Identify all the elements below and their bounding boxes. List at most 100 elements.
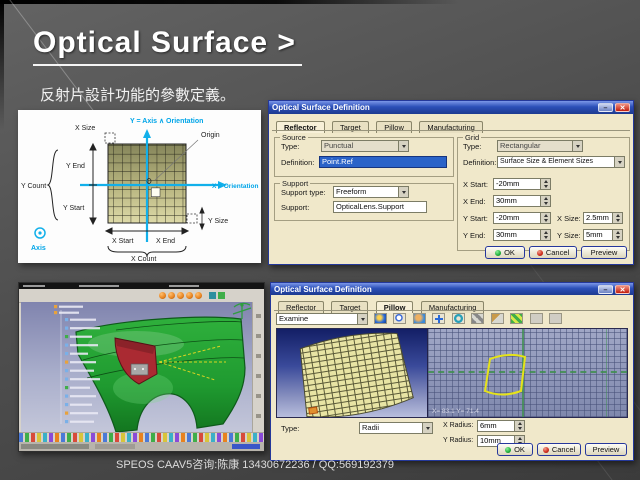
y-start-spinner[interactable]: -20mm xyxy=(493,212,551,224)
normal-view-icon[interactable] xyxy=(471,313,484,324)
pan-icon[interactable] xyxy=(432,313,445,324)
cancel-button[interactable]: Cancel xyxy=(529,246,577,259)
spin-buttons-icon[interactable] xyxy=(541,195,551,207)
minimize-icon[interactable]: – xyxy=(598,103,613,112)
ok-dot-icon xyxy=(495,250,501,256)
compass-icon[interactable] xyxy=(233,303,251,319)
chevron-down-icon[interactable] xyxy=(357,314,367,324)
x-start-spinner[interactable]: -20mm xyxy=(493,178,551,190)
multi-view-icon[interactable] xyxy=(510,313,523,324)
catia-3d-viewport[interactable] xyxy=(21,302,253,433)
y-end-label: Y End xyxy=(66,163,85,170)
view-mode-combo[interactable]: Examine xyxy=(276,313,368,325)
cancel-button[interactable]: Cancel xyxy=(537,443,581,456)
x-start-value[interactable]: -20mm xyxy=(493,178,541,190)
y-size-cell xyxy=(187,214,197,223)
spin-buttons-icon[interactable] xyxy=(541,178,551,190)
ok-button[interactable]: OK xyxy=(485,246,525,259)
pillow-graph-panel[interactable]: X= 83.1 Y= 71.4 xyxy=(427,329,627,417)
y-start-value[interactable]: -20mm xyxy=(493,212,541,224)
x-start-label: X Start xyxy=(112,238,133,245)
chevron-down-icon[interactable] xyxy=(422,423,432,433)
minimize-icon[interactable]: – xyxy=(598,285,613,294)
support-label: Support: xyxy=(281,203,309,212)
orbit-icon[interactable] xyxy=(452,313,465,324)
x-radius-spinner[interactable]: 6mm xyxy=(477,420,525,432)
x-size-spinner[interactable]: 2.5mm xyxy=(583,212,623,224)
x-end-spinner[interactable]: 30mm xyxy=(493,195,551,207)
preview-button[interactable]: Preview xyxy=(581,246,627,259)
support-field[interactable]: OpticalLens.Support xyxy=(333,201,427,213)
y-size-value[interactable]: 5mm xyxy=(583,229,613,241)
catia-tool-icon[interactable] xyxy=(168,292,175,299)
tab-reflector[interactable]: Reflector xyxy=(278,301,324,313)
tab-target[interactable]: Target xyxy=(331,301,368,313)
x-radius-value[interactable]: 6mm xyxy=(477,420,515,432)
spin-buttons-icon[interactable] xyxy=(613,212,623,224)
chevron-down-icon[interactable] xyxy=(614,157,624,167)
preview-button[interactable]: Preview xyxy=(585,443,627,456)
axis-label: Axis xyxy=(31,245,46,252)
chevron-down-icon[interactable] xyxy=(572,141,582,151)
look-at-icon[interactable] xyxy=(491,313,504,324)
spin-buttons-icon[interactable] xyxy=(541,229,551,241)
pillow-type-combo[interactable]: Radii xyxy=(359,422,433,434)
zoom-icon[interactable] xyxy=(393,313,406,324)
dialog1-titlebar[interactable]: Optical Surface Definition – ✕ xyxy=(269,101,633,114)
source-type-combo[interactable]: Punctual xyxy=(321,140,409,152)
y-count-label: Y Count xyxy=(21,183,46,190)
catia-tool-icon[interactable] xyxy=(186,292,193,299)
pillow-preview-viewport[interactable]: X= 83.1 Y= 71.4 xyxy=(276,328,628,418)
chevron-down-icon[interactable] xyxy=(398,141,408,151)
catia-tool-icon[interactable] xyxy=(177,292,184,299)
spin-buttons-icon[interactable] xyxy=(515,420,525,432)
support-type-combo[interactable]: Freeform xyxy=(333,186,409,198)
catia-tool-icon[interactable] xyxy=(195,292,202,299)
car-quarter-panel[interactable] xyxy=(76,317,245,432)
contact-footer: SPEOS CAAV5咨询:陈康 13430672236 / QQ:569192… xyxy=(40,456,470,472)
grid-definition-combo[interactable]: Surface Size & Element Sizes xyxy=(497,156,625,168)
catia-tool-icon[interactable] xyxy=(218,292,225,299)
source-type-value: Punctual xyxy=(324,141,353,150)
ok-button[interactable]: OK xyxy=(497,443,533,456)
tab-reflector[interactable]: Reflector xyxy=(276,121,325,133)
tab-strip-divider xyxy=(274,310,630,311)
ok-dot-icon xyxy=(505,447,511,453)
y-start-label: Y Start: xyxy=(463,214,488,223)
chevron-down-icon[interactable] xyxy=(398,187,408,197)
source-definition-field[interactable]: Point.Ref xyxy=(319,156,447,168)
dialog2-titlebar[interactable]: Optical Surface Definition – ✕ xyxy=(271,283,633,295)
close-icon[interactable]: ✕ xyxy=(615,285,630,294)
grid-type-combo[interactable]: Rectangular xyxy=(497,140,583,152)
close-icon[interactable]: ✕ xyxy=(615,103,630,112)
y-size-arrow xyxy=(200,208,204,229)
catia-toolbar[interactable] xyxy=(19,289,264,303)
catia-window xyxy=(18,282,265,452)
tab-pillow[interactable]: Pillow xyxy=(376,121,412,133)
source-group-label: Source xyxy=(280,133,308,142)
pillow-3d-panel[interactable] xyxy=(277,329,427,417)
tab-target[interactable]: Target xyxy=(332,121,369,133)
catia-tool-icon[interactable] xyxy=(209,292,216,299)
fit-all-icon[interactable] xyxy=(374,313,387,324)
x-size-label: X Size: xyxy=(557,214,581,223)
x-end-label: X End: xyxy=(463,197,486,206)
y-end-spinner[interactable]: 30mm xyxy=(493,229,551,241)
preview-label: Preview xyxy=(593,445,620,454)
spin-buttons-icon[interactable] xyxy=(613,229,623,241)
catia-tool-icon[interactable] xyxy=(159,292,166,299)
catia-right-toolbar[interactable] xyxy=(252,302,264,433)
rotate-view-icon[interactable] xyxy=(413,313,426,324)
x-size-value[interactable]: 2.5mm xyxy=(583,212,613,224)
tab-pillow[interactable]: Pillow xyxy=(376,301,414,313)
y-end-value[interactable]: 30mm xyxy=(493,229,541,241)
tab-manufacturing[interactable]: Manufacturing xyxy=(421,301,485,313)
source-type-label: Type: xyxy=(281,142,299,151)
spin-buttons-icon[interactable] xyxy=(541,212,551,224)
grid-type-label: Type: xyxy=(463,142,481,151)
dialog1-title: Optical Surface Definition xyxy=(272,103,596,112)
x-end-value[interactable]: 30mm xyxy=(493,195,541,207)
catia-bottom-toolbar[interactable] xyxy=(19,432,264,442)
tab-manufacturing[interactable]: Manufacturing xyxy=(419,121,483,133)
y-size-spinner[interactable]: 5mm xyxy=(583,229,623,241)
